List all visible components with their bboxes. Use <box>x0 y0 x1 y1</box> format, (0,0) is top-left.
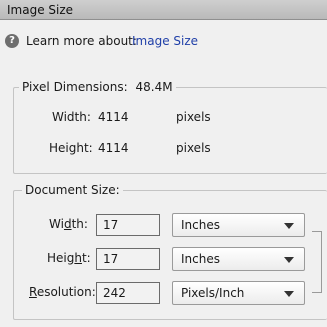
doc-width-unit-select[interactable]: Inches <box>172 213 305 237</box>
pixel-dimensions-label: Pixel Dimensions: <box>22 80 128 94</box>
chevron-down-icon <box>284 223 294 229</box>
doc-height-input[interactable]: 17 <box>96 248 160 270</box>
document-size-legend: Document Size: <box>22 183 123 197</box>
pixel-dimensions-value: 48.4M <box>135 80 173 94</box>
pixel-height-unit: pixels <box>176 141 211 155</box>
pixel-dimensions-legend: Pixel Dimensions: 48.4M <box>19 80 176 94</box>
doc-width-label: Width: <box>49 217 88 231</box>
help-icon[interactable]: ? <box>5 34 19 48</box>
document-size-label: Document Size: <box>25 183 120 197</box>
constrain-proportions-link-bracket <box>312 231 322 293</box>
pixel-dimensions-group <box>13 87 327 174</box>
pixel-height-value: 4114 <box>98 141 129 155</box>
doc-height-label: Height: <box>47 251 91 265</box>
resolution-unit-value: Pixels/Inch <box>181 286 245 300</box>
doc-width-unit-value: Inches <box>181 218 220 232</box>
doc-height-unit-value: Inches <box>181 252 220 266</box>
image-size-help-link[interactable]: Image Size <box>132 34 198 48</box>
chevron-down-icon <box>284 291 294 297</box>
resolution-input[interactable]: 242 <box>96 282 160 304</box>
resolution-unit-select[interactable]: Pixels/Inch <box>172 281 305 305</box>
pixel-width-unit: pixels <box>176 110 211 124</box>
resolution-label: Resolution: <box>29 285 96 299</box>
doc-width-input[interactable]: 17 <box>96 214 160 236</box>
chevron-down-icon <box>284 257 294 263</box>
pixel-width-label: Width: <box>52 110 91 124</box>
pixel-height-label: Height: <box>49 141 93 155</box>
dialog-title-bar: Image Size <box>0 0 327 20</box>
dialog-title: Image Size <box>7 3 74 17</box>
pixel-width-value: 4114 <box>98 110 129 124</box>
learn-more-label: Learn more about: <box>26 34 137 48</box>
doc-height-unit-select[interactable]: Inches <box>172 247 305 271</box>
